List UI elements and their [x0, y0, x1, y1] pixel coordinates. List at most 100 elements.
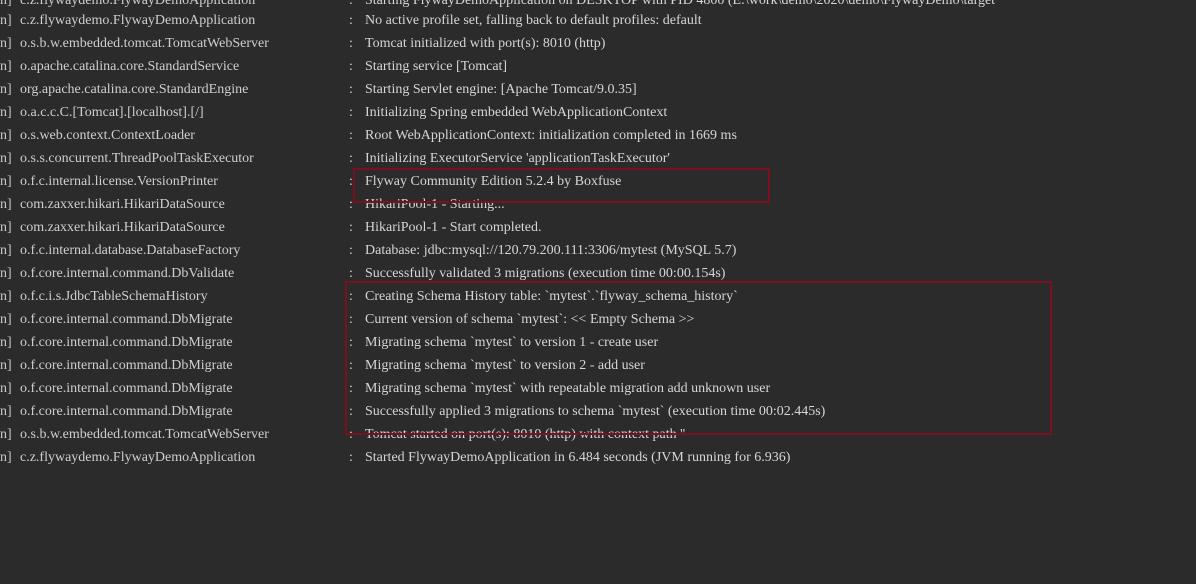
log-line: n] o.f.core.internal.command.DbMigrate :…: [0, 308, 1196, 331]
log-prefix: n]: [0, 404, 12, 419]
log-prefix: n]: [0, 13, 12, 28]
log-prefix: n]: [0, 174, 12, 189]
log-logger: c.z.flywaydemo.FlywayDemoApplication: [20, 13, 256, 28]
log-message: HikariPool-1 - Start completed.: [365, 220, 542, 235]
log-logger: o.s.b.w.embedded.tomcat.TomcatWebServer: [20, 427, 269, 442]
log-logger: c.z.flywaydemo.FlywayDemoApplication: [20, 450, 256, 465]
log-prefix: n]: [0, 450, 12, 465]
log-separator: :: [349, 450, 353, 465]
log-separator: :: [349, 220, 353, 235]
log-message: Creating Schema History table: `mytest`.…: [365, 289, 738, 304]
log-separator: :: [349, 13, 353, 28]
log-separator: :: [349, 105, 353, 120]
log-logger: com.zaxxer.hikari.HikariDataSource: [20, 220, 225, 235]
log-logger: o.a.c.c.C.[Tomcat].[localhost].[/]: [20, 105, 204, 120]
log-logger: o.f.c.internal.license.VersionPrinter: [20, 174, 218, 189]
log-line: n] o.a.c.c.C.[Tomcat].[localhost].[/] : …: [0, 101, 1196, 124]
log-message: Flyway Community Edition 5.2.4 by Boxfus…: [365, 174, 622, 189]
log-logger: o.s.s.concurrent.ThreadPoolTaskExecutor: [20, 151, 254, 166]
log-logger: o.f.core.internal.command.DbMigrate: [20, 358, 233, 373]
log-message: Successfully applied 3 migrations to sch…: [365, 404, 826, 419]
log-line: n] o.s.web.context.ContextLoader : Root …: [0, 124, 1196, 147]
log-message: Started FlywayDemoApplication in 6.484 s…: [365, 450, 791, 465]
log-prefix: n]: [0, 220, 12, 235]
log-line: n] o.f.c.internal.license.VersionPrinter…: [0, 170, 1196, 193]
log-line: n] c.z.flywaydemo.FlywayDemoApplication …: [0, 446, 1196, 469]
log-prefix: n]: [0, 151, 12, 166]
log-logger: o.f.core.internal.command.DbValidate: [20, 266, 235, 281]
log-separator: :: [349, 128, 353, 143]
log-line: n] org.apache.catalina.core.StandardEngi…: [0, 78, 1196, 101]
log-prefix: n]: [0, 59, 12, 74]
log-logger: o.f.c.internal.database.DatabaseFactory: [20, 243, 241, 258]
log-line: n] o.f.c.internal.database.DatabaseFacto…: [0, 239, 1196, 262]
log-message: Migrating schema `mytest` to version 2 -…: [365, 358, 645, 373]
log-message: HikariPool-1 - Starting...: [365, 197, 505, 212]
log-separator: :: [349, 197, 353, 212]
log-logger: o.apache.catalina.core.StandardService: [20, 59, 240, 74]
log-message: Migrating schema `mytest` with repeatabl…: [365, 381, 771, 396]
log-prefix: n]: [0, 381, 12, 396]
log-prefix: n]: [0, 36, 12, 51]
log-message: Successfully validated 3 migrations (exe…: [365, 266, 726, 281]
log-separator: :: [349, 174, 353, 189]
log-line: n] o.f.core.internal.command.DbMigrate :…: [0, 377, 1196, 400]
log-prefix: n]: [0, 289, 12, 304]
log-separator: :: [349, 266, 353, 281]
log-separator: :: [349, 36, 353, 51]
log-line: n] com.zaxxer.hikari.HikariDataSource : …: [0, 216, 1196, 239]
log-prefix: n]: [0, 128, 12, 143]
log-prefix: n]: [0, 312, 12, 327]
log-logger: o.f.core.internal.command.DbMigrate: [20, 312, 233, 327]
log-line: n] o.s.s.concurrent.ThreadPoolTaskExecut…: [0, 147, 1196, 170]
log-logger: com.zaxxer.hikari.HikariDataSource: [20, 197, 225, 212]
log-prefix: n]: [0, 266, 12, 281]
log-prefix: n]: [0, 82, 12, 97]
log-message: Database: jdbc:mysql://120.79.200.111:33…: [365, 243, 737, 258]
log-separator: :: [349, 381, 353, 396]
log-line: n] o.f.core.internal.command.DbValidate …: [0, 262, 1196, 285]
log-message: Migrating schema `mytest` to version 1 -…: [365, 335, 659, 350]
log-message: Starting Servlet engine: [Apache Tomcat/…: [365, 82, 637, 97]
log-prefix: n]: [0, 197, 12, 212]
log-line: n] o.apache.catalina.core.StandardServic…: [0, 55, 1196, 78]
log-message: No active profile set, falling back to d…: [365, 13, 702, 28]
log-line: n] o.f.core.internal.command.DbMigrate :…: [0, 331, 1196, 354]
log-prefix: n]: [0, 427, 12, 442]
log-message: Starting service [Tomcat]: [365, 59, 508, 74]
log-separator: :: [349, 335, 353, 350]
log-line: n] c.z.flywaydemo.FlywayDemoApplication …: [0, 9, 1196, 32]
log-line: n] o.f.c.i.s.JdbcTableSchemaHistory : Cr…: [0, 285, 1196, 308]
log-prefix: n]: [0, 335, 12, 350]
log-separator: :: [349, 312, 353, 327]
log-prefix: n]: [0, 105, 12, 120]
log-separator: :: [349, 427, 353, 442]
log-prefix: n]: [0, 358, 12, 373]
log-separator: :: [349, 82, 353, 97]
log-logger: o.f.core.internal.command.DbMigrate: [20, 381, 233, 396]
log-message: Tomcat initialized with port(s): 8010 (h…: [365, 36, 606, 51]
log-line: n] com.zaxxer.hikari.HikariDataSource : …: [0, 193, 1196, 216]
log-separator: :: [349, 289, 353, 304]
log-logger: o.s.b.w.embedded.tomcat.TomcatWebServer: [20, 36, 269, 51]
log-separator: :: [349, 151, 353, 166]
log-separator: :: [349, 358, 353, 373]
log-message: Root WebApplicationContext: initializati…: [365, 128, 737, 143]
log-line: n] o.f.core.internal.command.DbMigrate :…: [0, 400, 1196, 423]
log-separator: :: [349, 243, 353, 258]
log-logger: o.f.core.internal.command.DbMigrate: [20, 335, 233, 350]
log-line: n] o.s.b.w.embedded.tomcat.TomcatWebServ…: [0, 423, 1196, 446]
log-separator: :: [349, 404, 353, 419]
log-message: Initializing ExecutorService 'applicatio…: [365, 151, 670, 166]
log-message: Tomcat started on port(s): 8010 (http) w…: [365, 427, 686, 442]
log-logger: o.f.c.i.s.JdbcTableSchemaHistory: [20, 289, 208, 304]
log-line: n] o.s.b.w.embedded.tomcat.TomcatWebServ…: [0, 32, 1196, 55]
log-logger: o.s.web.context.ContextLoader: [20, 128, 195, 143]
log-separator: :: [349, 59, 353, 74]
log-logger: o.f.core.internal.command.DbMigrate: [20, 404, 233, 419]
log-message: Current version of schema `mytest`: << E…: [365, 312, 695, 327]
log-line: n] o.f.core.internal.command.DbMigrate :…: [0, 354, 1196, 377]
log-logger: org.apache.catalina.core.StandardEngine: [20, 82, 249, 97]
log-prefix: n]: [0, 243, 12, 258]
console-output: n] c.z.flywaydemo.FlywayDemoApplication …: [0, 0, 1196, 491]
